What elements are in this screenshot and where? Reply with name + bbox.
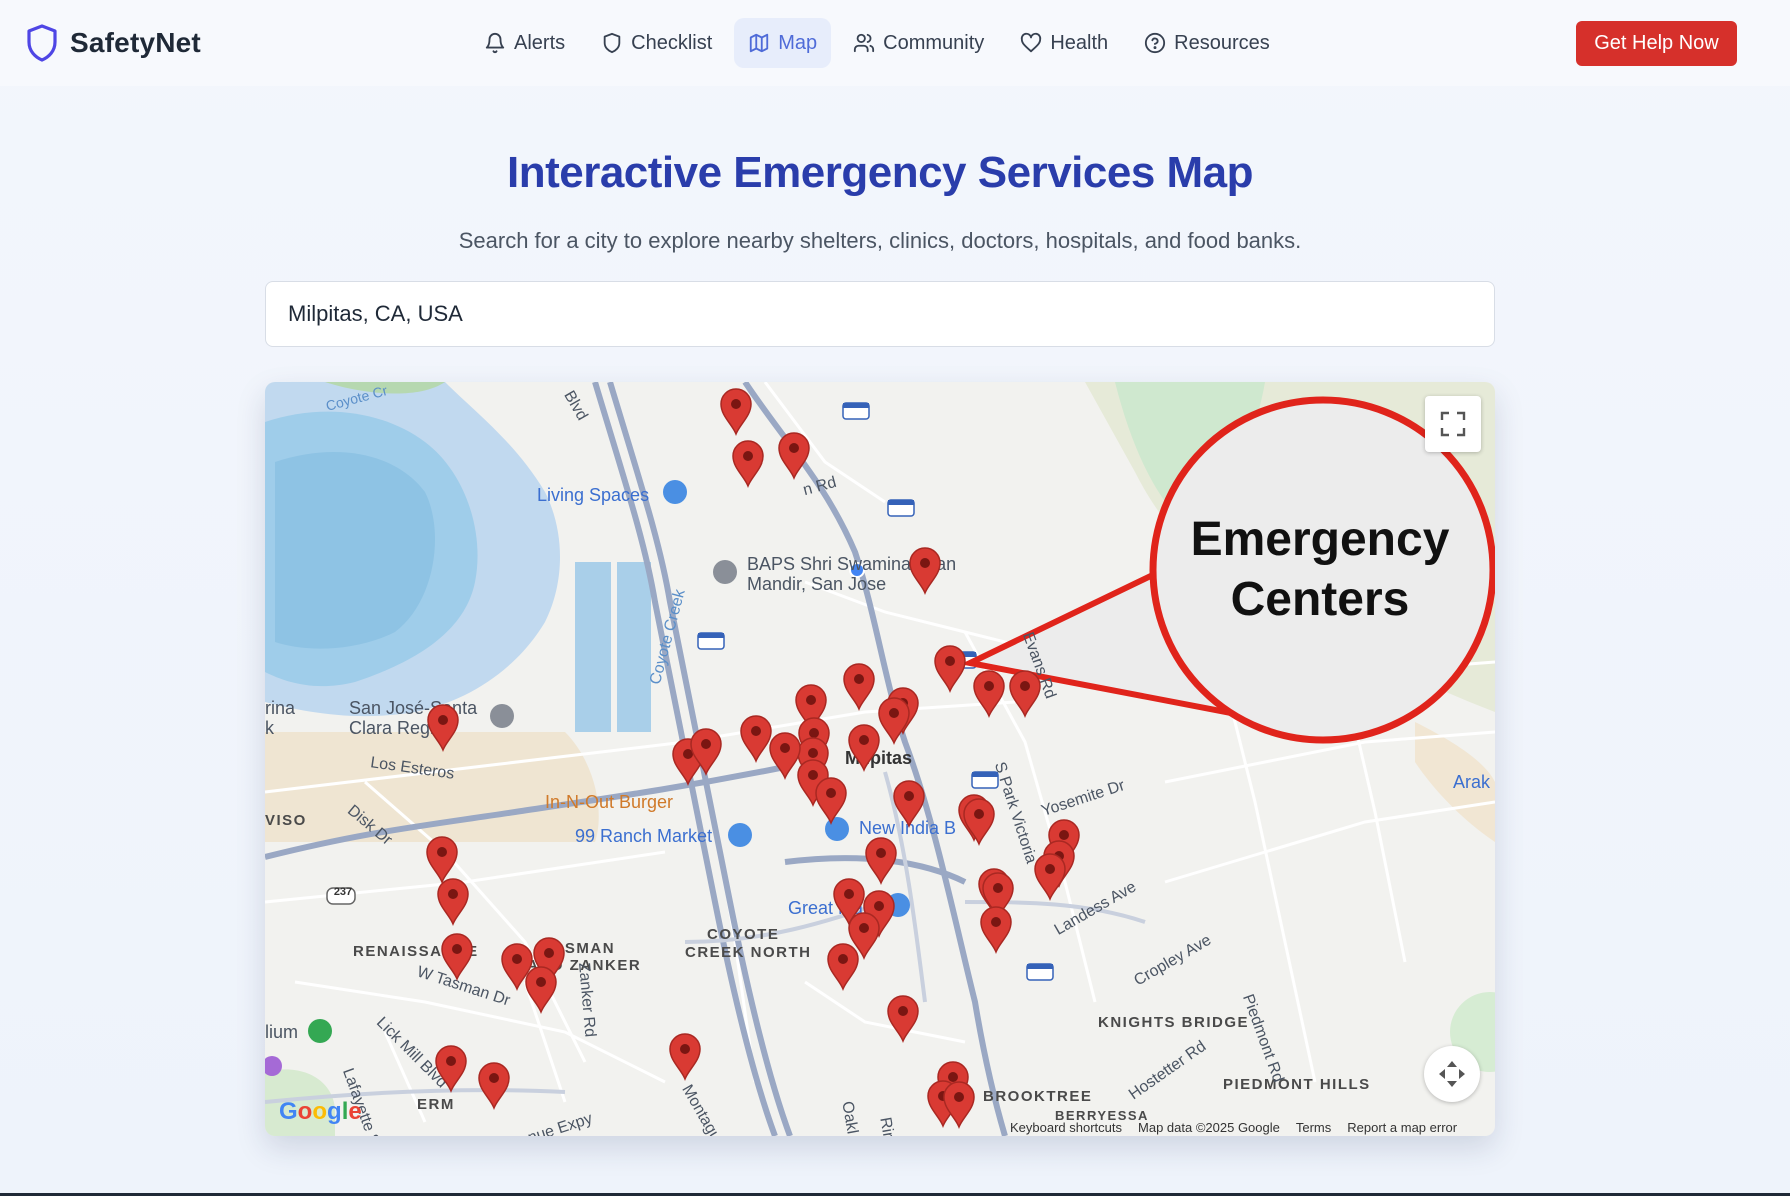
nav-resources-label: Resources: [1174, 31, 1270, 54]
fullscreen-icon: [1440, 411, 1466, 437]
label-erm: ERM: [417, 1096, 455, 1113]
label-k: k: [265, 718, 274, 738]
move-arrows-icon: [1439, 1061, 1465, 1087]
emergency-center-pin[interactable]: [825, 941, 861, 991]
page-subtitle: Search for a city to explore nearby shel…: [458, 228, 1302, 253]
area-knights-bridge: KNIGHTS BRIDGE: [1098, 1014, 1250, 1031]
emergency-center-pin[interactable]: [978, 904, 1014, 954]
map-icon: [750, 33, 769, 53]
callout-line2: Centers: [1230, 573, 1410, 626]
nav-health[interactable]: Health: [1006, 18, 1122, 68]
map-data-text: Map data ©2025 Google: [1138, 1120, 1280, 1135]
emergency-center-pin[interactable]: [476, 1060, 512, 1110]
nav-alerts[interactable]: Alerts: [470, 18, 579, 68]
google-logo: Google: [279, 1098, 362, 1125]
terms-link[interactable]: Terms: [1296, 1120, 1331, 1135]
label-viso: VISO: [265, 812, 307, 829]
emergency-center-pin[interactable]: [961, 796, 997, 846]
fullscreen-button[interactable]: [1425, 396, 1481, 452]
help-circle-icon: [1145, 32, 1166, 54]
emergency-center-pin[interactable]: [971, 668, 1007, 718]
poi-baps-line2[interactable]: Mandir, San Jose: [747, 574, 886, 595]
emergency-center-pin[interactable]: [667, 1031, 703, 1081]
emergency-services-map[interactable]: Living Spaces BAPS Shri Swaminarayan Man…: [265, 382, 1495, 1136]
city-search-input[interactable]: [265, 281, 1495, 347]
area-coyote-1: COYOTE: [707, 926, 780, 943]
emergency-center-pin[interactable]: [941, 1079, 977, 1129]
label-arak: Arak: [1453, 772, 1491, 792]
page-title: Interactive Emergency Services Map: [506, 148, 1254, 197]
emergency-center-pin[interactable]: [863, 835, 899, 885]
poi-sj-line2[interactable]: Clara Regi: [349, 718, 434, 739]
emergency-center-pin[interactable]: [841, 661, 877, 711]
emergency-center-pin[interactable]: [813, 775, 849, 825]
poi-living-spaces[interactable]: Living Spaces: [537, 485, 649, 506]
emergency-center-pin[interactable]: [932, 643, 968, 693]
emergency-center-pin[interactable]: [688, 726, 724, 776]
area-brooktree: BROOKTREE: [983, 1088, 1093, 1105]
label-lium: lium: [265, 1022, 299, 1042]
shield-icon: [603, 32, 621, 54]
users-icon: [854, 33, 875, 53]
highway-237-label: 237: [333, 886, 353, 898]
nav-resources[interactable]: Resources: [1130, 18, 1284, 68]
keyboard-shortcuts-link[interactable]: Keyboard shortcuts: [1010, 1120, 1122, 1135]
brand-name: SafetyNet: [70, 27, 201, 58]
emergency-center-pin[interactable]: [425, 702, 461, 752]
emergency-center-pin[interactable]: [891, 778, 927, 828]
recenter-button[interactable]: [1424, 1046, 1480, 1102]
area-piedmont-hills: PIEDMONT HILLS: [1223, 1076, 1371, 1093]
emergency-center-pin[interactable]: [523, 964, 559, 1014]
label-rir: Rir: [876, 1116, 897, 1136]
bell-icon: [485, 33, 505, 54]
callout-line1: Emergency: [1190, 513, 1450, 566]
nav-alerts-label: Alerts: [514, 31, 566, 54]
nav-map[interactable]: Map: [734, 18, 832, 68]
nav-checklist[interactable]: Checklist: [587, 18, 726, 68]
heart-icon: [1021, 32, 1042, 53]
emergency-center-pin[interactable]: [433, 1043, 469, 1093]
label-rina: rina: [265, 698, 296, 718]
nav-health-label: Health: [1050, 31, 1109, 54]
nav-community[interactable]: Community: [839, 18, 998, 68]
nav-map-label: Map: [778, 31, 818, 54]
emergency-center-pin[interactable]: [907, 545, 943, 595]
emergency-center-pin[interactable]: [718, 386, 754, 436]
nav-checklist-label: Checklist: [631, 31, 713, 54]
main-menu: Alerts Checklist Map Community Health Re…: [470, 18, 1284, 68]
emergency-center-pin[interactable]: [435, 876, 471, 926]
poi-99-ranch[interactable]: 99 Ranch Market: [575, 826, 712, 847]
emergency-center-pin[interactable]: [846, 722, 882, 772]
nav-community-label: Community: [883, 31, 985, 54]
brand[interactable]: SafetyNet: [26, 24, 201, 62]
get-help-now-button[interactable]: Get Help Now: [1576, 21, 1737, 66]
emergency-center-pin[interactable]: [776, 430, 812, 480]
emergency-center-pin[interactable]: [439, 931, 475, 981]
emergency-center-pin[interactable]: [730, 438, 766, 488]
emergency-center-pin[interactable]: [1007, 668, 1043, 718]
poi-in-n-out[interactable]: In-N-Out Burger: [545, 792, 673, 813]
report-error-link[interactable]: Report a map error: [1347, 1120, 1457, 1135]
top-navbar: SafetyNet Alerts Checklist Map Community…: [0, 0, 1790, 86]
area-coyote-2: CREEK NORTH: [685, 944, 812, 961]
emergency-center-pin[interactable]: [1032, 851, 1068, 901]
shield-logo-icon: [27, 24, 57, 62]
emergency-center-pin[interactable]: [885, 993, 921, 1043]
emergency-centers-callout: Emergency Centers: [1145, 510, 1495, 630]
map-footer: Keyboard shortcuts Map data ©2025 Google…: [1010, 1120, 1457, 1135]
